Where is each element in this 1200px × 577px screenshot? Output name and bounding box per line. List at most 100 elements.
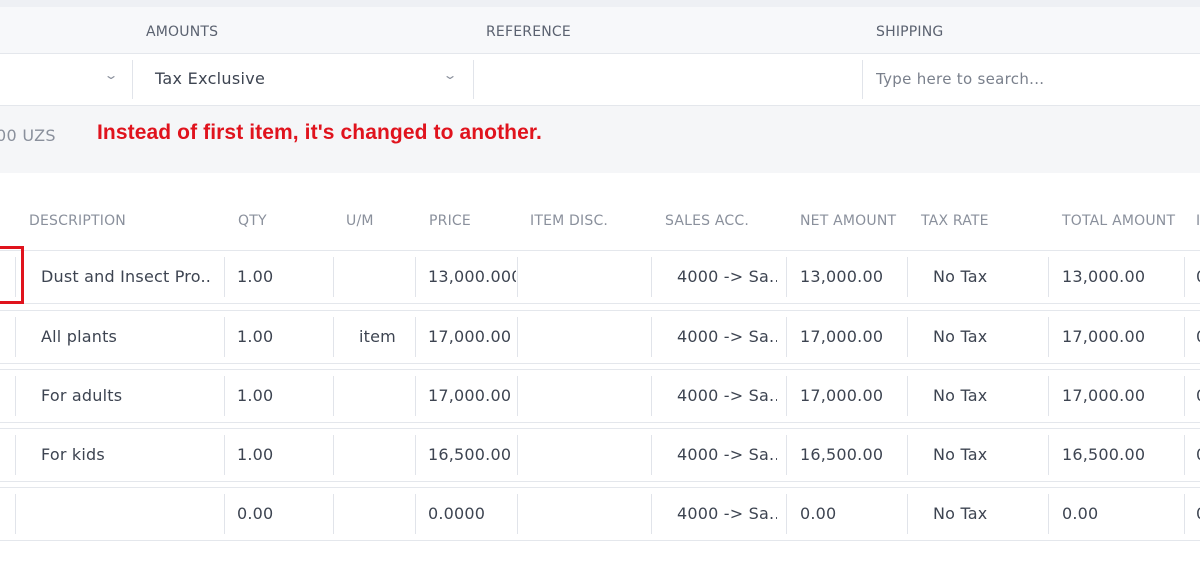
cell-qty[interactable]: 1.00 <box>237 445 273 464</box>
cell-divider <box>786 494 787 534</box>
column-header-um[interactable]: U/M <box>346 213 374 229</box>
cell-price[interactable]: 17,000.00 <box>428 386 511 405</box>
cell-total-amount[interactable]: 16,500.00 <box>1062 445 1145 464</box>
header-labels: AMOUNTS REFERENCE SHIPPING <box>0 7 1200 54</box>
cell-divider <box>1184 317 1185 357</box>
shipping-search-input[interactable] <box>866 61 1200 97</box>
cell-description[interactable]: For adults <box>41 386 122 405</box>
amounts-select[interactable]: Tax Exclusive ⌄ <box>133 54 473 105</box>
cell-price[interactable]: 0.0000 <box>428 504 485 523</box>
cell-divider <box>15 494 16 534</box>
cell-sales-acc[interactable]: 4000 -> Sa... <box>677 445 777 464</box>
column-header-price[interactable]: PRICE <box>429 213 471 229</box>
cell-net-amount[interactable]: 16,500.00 <box>800 445 883 464</box>
shipping-label: SHIPPING <box>876 24 944 40</box>
cell-divider <box>415 494 416 534</box>
cell-divider <box>1184 435 1185 475</box>
cell-trailing[interactable]: 0 <box>1196 504 1200 523</box>
cell-tax-rate[interactable]: No Tax <box>933 504 987 523</box>
cell-price[interactable]: 17,000.00 <box>428 327 511 346</box>
cell-divider <box>517 494 518 534</box>
annotation-text: Instead of first item, it's changed to a… <box>97 121 542 144</box>
cell-description[interactable]: Dust and Insect Pro... <box>41 267 211 286</box>
cell-trailing[interactable]: 0 <box>1196 445 1200 464</box>
cell-qty[interactable]: 0.00 <box>237 504 273 523</box>
cell-divider <box>333 376 334 416</box>
cell-tax-rate[interactable]: No Tax <box>933 386 987 405</box>
column-header-qty[interactable]: QTY <box>238 213 267 229</box>
amounts-select-value: Tax Exclusive <box>155 69 266 88</box>
cell-um[interactable]: item <box>359 327 396 346</box>
cell-description[interactable]: All plants <box>41 327 117 346</box>
chevron-down-icon: ⌄ <box>103 68 119 82</box>
highlight-box <box>0 246 24 304</box>
cell-divider <box>1048 494 1049 534</box>
cell-description[interactable]: For kids <box>41 445 105 464</box>
column-header-description[interactable]: DESCRIPTION <box>29 213 126 229</box>
cell-divider <box>224 257 225 297</box>
cell-trailing[interactable]: 0 <box>1196 267 1200 286</box>
column-header-item-disc[interactable]: ITEM DISC. <box>530 213 608 229</box>
table-row[interactable]: 0.00 0.0000 4000 -> Sa... 0.00 No Tax 0.00 0 <box>0 487 1200 541</box>
reference-input[interactable] <box>474 54 862 105</box>
table-row[interactable]: For adults 1.00 17,000.00 4000 -> Sa... 17,0… <box>0 369 1200 423</box>
cell-trailing[interactable]: 0 <box>1196 327 1200 346</box>
cell-qty[interactable]: 1.00 <box>237 267 273 286</box>
table-row[interactable]: Dust and Insect Pro... 1.00 13,000.000 4000… <box>0 251 1200 304</box>
cell-net-amount[interactable]: 17,000.00 <box>800 327 883 346</box>
table-row[interactable]: For kids 1.00 16,500.00 4000 -> Sa... 16,500… <box>0 428 1200 482</box>
cell-qty[interactable]: 1.00 <box>237 327 273 346</box>
cell-total-amount[interactable]: 13,000.00 <box>1062 267 1145 286</box>
cell-divider <box>651 317 652 357</box>
cell-trailing[interactable]: 0 <box>1196 386 1200 405</box>
previous-select[interactable]: ⌄ <box>0 54 132 105</box>
cell-divider <box>786 317 787 357</box>
cell-price[interactable]: 16,500.00 <box>428 445 511 464</box>
cell-divider <box>415 376 416 416</box>
cell-total-amount[interactable]: 17,000.00 <box>1062 386 1145 405</box>
column-header-sales-acc[interactable]: SALES ACC. <box>665 213 749 229</box>
cell-divider <box>907 257 908 297</box>
cell-qty[interactable]: 1.00 <box>237 386 273 405</box>
cell-divider <box>1048 435 1049 475</box>
cell-divider <box>651 257 652 297</box>
cell-divider <box>224 317 225 357</box>
currency-total: 00 UZS <box>0 126 56 145</box>
cell-sales-acc[interactable]: 4000 -> Sa... <box>677 327 777 346</box>
cell-tax-rate[interactable]: No Tax <box>933 327 987 346</box>
cell-divider <box>224 376 225 416</box>
cell-divider <box>1184 494 1185 534</box>
cell-divider <box>907 435 908 475</box>
cell-divider <box>333 494 334 534</box>
column-header-net-amount[interactable]: NET AMOUNT <box>800 213 896 229</box>
cell-net-amount[interactable]: 0.00 <box>800 504 836 523</box>
cell-divider <box>1048 257 1049 297</box>
cell-divider <box>517 317 518 357</box>
column-header-trailing[interactable]: I <box>1196 213 1200 229</box>
reference-label: REFERENCE <box>486 24 571 40</box>
cell-total-amount[interactable]: 17,000.00 <box>1062 327 1145 346</box>
cell-total-amount[interactable]: 0.00 <box>1062 504 1098 523</box>
cell-net-amount[interactable]: 17,000.00 <box>800 386 883 405</box>
cell-sales-acc[interactable]: 4000 -> Sa... <box>677 267 777 286</box>
cell-sales-acc[interactable]: 4000 -> Sa... <box>677 504 777 523</box>
cell-divider <box>1048 376 1049 416</box>
header-inputs: ⌄ Tax Exclusive ⌄ <box>0 54 1200 106</box>
cell-divider <box>1048 317 1049 357</box>
cell-divider <box>1184 257 1185 297</box>
cell-tax-rate[interactable]: No Tax <box>933 267 987 286</box>
column-header-tax-rate[interactable]: TAX RATE <box>921 213 989 229</box>
cell-divider <box>907 317 908 357</box>
table-row[interactable]: All plants 1.00 item 17,000.00 4000 -> Sa...… <box>0 310 1200 364</box>
cell-divider <box>333 317 334 357</box>
column-header-total-amount[interactable]: TOTAL AMOUNT <box>1062 213 1175 229</box>
cell-divider <box>651 376 652 416</box>
cell-divider <box>517 257 518 297</box>
cell-divider <box>517 435 518 475</box>
cell-divider <box>224 494 225 534</box>
cell-net-amount[interactable]: 13,000.00 <box>800 267 883 286</box>
table-header: DESCRIPTION QTY U/M PRICE ITEM DISC. SAL… <box>0 198 1200 251</box>
cell-tax-rate[interactable]: No Tax <box>933 445 987 464</box>
cell-sales-acc[interactable]: 4000 -> Sa... <box>677 386 777 405</box>
cell-price[interactable]: 13,000.000 <box>428 267 516 286</box>
